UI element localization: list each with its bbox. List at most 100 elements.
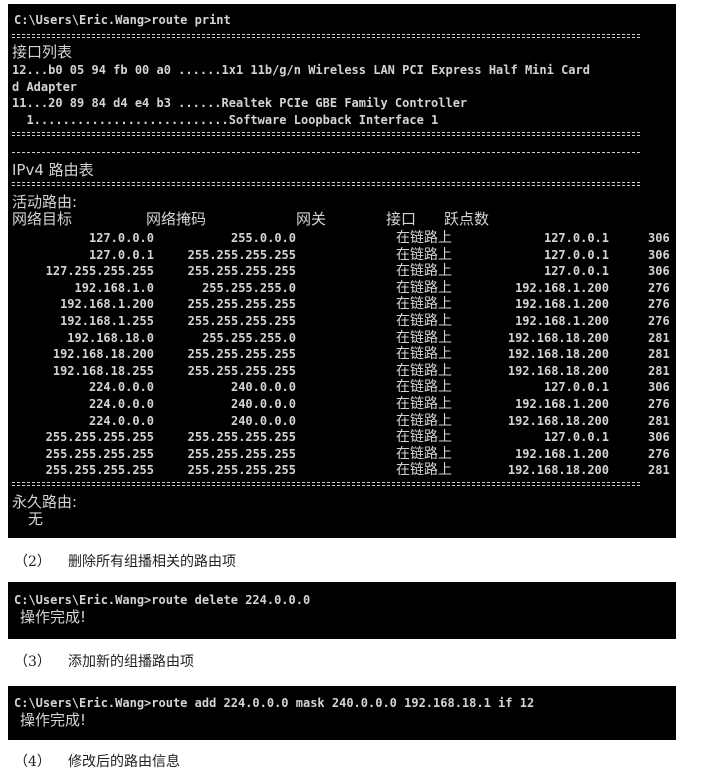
route-cell-gateway: 在链路上 <box>396 246 452 263</box>
route-cell-mask: 255.255.255.255 <box>187 446 296 461</box>
route-cell-iface: 192.168.18.200 <box>507 463 609 478</box>
route-cell-metric: 306 <box>648 430 670 445</box>
interface-list-title: 接口列表 <box>12 44 73 60</box>
route-cell-metric: 306 <box>648 380 670 395</box>
route-cell-mask: 255.0.0.0 <box>230 231 296 245</box>
terminal-result: 操作完成! <box>20 712 87 728</box>
route-cell-dest: 224.0.0.0 <box>88 380 154 395</box>
route-cell-mask: 240.0.0.0 <box>230 397 296 411</box>
route-cell-metric: 276 <box>648 314 670 328</box>
route-cell-iface: 192.168.1.200 <box>515 314 609 328</box>
route-cell-mask: 255.255.255.255 <box>187 264 296 279</box>
route-cell-iface: 127.0.0.1 <box>543 380 609 395</box>
route-cell-metric: 281 <box>648 347 670 362</box>
caption-number: （3） <box>14 654 51 670</box>
terminal-prompt: C:\Users\Eric.Wang>route print <box>14 13 231 27</box>
route-cell-gateway: 在链路上 <box>396 263 452 280</box>
header-dest: 网络目标 <box>12 210 73 228</box>
route-cell-dest: 192.168.1.255 <box>60 314 154 328</box>
route-cell-dest: 192.168.18.255 <box>52 363 154 378</box>
caption-step-3: （3） 添加新的组播路由项 <box>14 651 194 671</box>
route-cell-dest: 255.255.255.255 <box>45 446 154 461</box>
route-cell-iface: 192.168.18.200 <box>507 363 609 378</box>
route-cell-mask: 240.0.0.0 <box>230 380 296 395</box>
route-cell-gateway: 在链路上 <box>396 396 452 412</box>
route-cell-metric: 281 <box>648 413 670 428</box>
route-delete-terminal: C:\Users\Eric.Wang>route delete 224.0.0.… <box>8 582 676 639</box>
route-cell-mask: 255.255.255.255 <box>187 314 296 328</box>
caption-text: 修改后的路由信息 <box>68 754 180 770</box>
header-mask: 网络掩码 <box>146 210 207 228</box>
route-cell-dest: 127.0.0.0 <box>88 231 154 245</box>
route-cell-iface: 127.0.0.1 <box>543 264 609 279</box>
caption-step-4: （4） 修改后的路由信息 <box>14 751 180 771</box>
route-cell-gateway: 在链路上 <box>396 279 452 296</box>
route-cell-mask: 255.255.255.255 <box>187 247 296 262</box>
route-cell-iface: 127.0.0.1 <box>543 231 609 245</box>
header-metric: 跃点数 <box>444 210 490 228</box>
route-cell-metric: 276 <box>648 280 670 295</box>
route-cell-gateway: 在链路上 <box>396 296 452 313</box>
caption-text: 添加新的组播路由项 <box>68 654 194 670</box>
separator <box>12 152 640 159</box>
route-cell-metric: 276 <box>648 446 670 461</box>
interface-line: 11...20 89 84 d4 e4 b3 ......Realtek PCI… <box>12 96 468 110</box>
terminal-result: 操作完成! <box>20 609 87 625</box>
route-cell-iface: 192.168.1.200 <box>515 297 609 312</box>
route-cell-metric: 306 <box>648 264 670 279</box>
route-cell-dest: 127.255.255.255 <box>45 264 154 279</box>
caption-text: 删除所有组播相关的路由项 <box>68 554 236 570</box>
route-cell-gateway: 在链路上 <box>396 313 452 329</box>
route-cell-iface: 192.168.1.200 <box>515 446 609 461</box>
persistent-routes-value: 无 <box>28 511 44 527</box>
route-cell-metric: 281 <box>648 363 670 378</box>
route-cell-metric: 306 <box>648 247 670 262</box>
terminal-prompt: C:\Users\Eric.Wang>route add 224.0.0.0 m… <box>14 696 535 710</box>
route-cell-iface: 192.168.18.200 <box>507 413 609 428</box>
route-add-terminal: C:\Users\Eric.Wang>route add 224.0.0.0 m… <box>8 686 676 740</box>
route-cell-gateway: 在链路上 <box>396 445 452 462</box>
route-cell-dest: 224.0.0.0 <box>88 413 154 428</box>
route-cell-mask: 255.255.255.255 <box>187 363 296 378</box>
interface-line: d Adapter <box>12 80 78 94</box>
persistent-routes-title: 永久路由: <box>12 494 78 510</box>
interface-line: 1...........................Software Loo… <box>12 113 439 127</box>
route-cell-iface: 192.168.1.200 <box>515 397 609 411</box>
route-cell-dest: 255.255.255.255 <box>45 463 154 478</box>
route-cell-mask: 255.255.255.0 <box>202 280 296 295</box>
caption-step-2: （2） 删除所有组播相关的路由项 <box>14 551 236 571</box>
route-cell-iface: 192.168.18.200 <box>507 330 609 345</box>
route-cell-iface: 127.0.0.1 <box>543 247 609 262</box>
route-cell-metric: 281 <box>648 330 670 345</box>
interface-line: 12...b0 05 94 fb 00 a0 ......1x1 11b/g/n… <box>12 63 590 77</box>
route-cell-gateway: 在链路上 <box>396 379 452 396</box>
route-cell-iface: 192.168.18.200 <box>507 347 609 362</box>
ipv4-table-title: IPv4 路由表 <box>12 162 94 178</box>
route-cell-gateway: 在链路上 <box>396 230 452 246</box>
route-cell-mask: 255.255.255.255 <box>187 463 296 478</box>
route-cell-gateway: 在链路上 <box>396 462 452 479</box>
route-cell-gateway: 在链路上 <box>396 412 452 429</box>
terminal-prompt: C:\Users\Eric.Wang>route delete 224.0.0.… <box>14 593 311 607</box>
route-cell-metric: 306 <box>648 231 670 245</box>
route-cell-iface: 127.0.0.1 <box>543 430 609 445</box>
header-interface: 接口 <box>386 210 417 228</box>
route-cell-dest: 192.168.18.0 <box>67 330 154 345</box>
route-cell-metric: 276 <box>648 397 670 411</box>
caption-number: （2） <box>14 554 51 570</box>
active-routes-title: 活动路由: <box>12 194 78 210</box>
header-gateway: 网关 <box>296 210 327 228</box>
route-cell-mask: 255.255.255.255 <box>187 297 296 312</box>
route-cell-dest: 224.0.0.0 <box>88 397 154 411</box>
separator <box>12 482 640 486</box>
route-cell-gateway: 在链路上 <box>396 429 452 446</box>
route-print-terminal: C:\Users\Eric.Wang>route print 接口列表 12..… <box>8 4 676 538</box>
separator <box>12 132 640 136</box>
separator <box>12 34 640 38</box>
separator <box>12 182 640 186</box>
route-cell-dest: 127.0.0.1 <box>88 247 154 262</box>
route-cell-iface: 192.168.1.200 <box>515 280 609 295</box>
caption-number: （4） <box>14 754 51 770</box>
route-cell-mask: 255.255.255.255 <box>187 430 296 445</box>
route-cell-dest: 192.168.1.200 <box>60 297 154 312</box>
